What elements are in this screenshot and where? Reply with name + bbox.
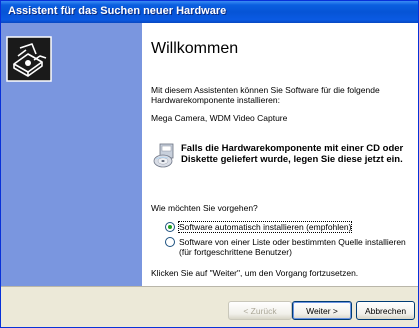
button-bar: < Zurück Weiter > Abbrechen [1,286,418,327]
cd-disk-icon [153,143,174,168]
continue-hint: Klicken Sie auf "Weiter", um den Vorgang… [151,268,359,278]
window-title: Assistent für das Suchen neuer Hardware [8,5,227,17]
cd-notice: Falls die Hardwarekomponente mit einer C… [181,143,404,165]
back-button[interactable]: < Zurück [228,301,292,320]
wizard-content: Willkommen Mit diesem Assistenten können… [142,23,418,286]
next-button[interactable]: Weiter > [292,301,352,320]
option-manual-install[interactable]: Software von einer Liste oder bestimmten… [165,237,415,257]
radio-auto-install[interactable] [165,222,175,232]
intro-text: Mit diesem Assistenten können Sie Softwa… [151,85,380,105]
page-title: Willkommen [151,40,239,57]
device-name: Mega Camera, WDM Video Capture [151,113,288,123]
option-auto-install[interactable]: Software automatisch installieren (empfo… [165,221,415,233]
cancel-button[interactable]: Abbrechen [356,301,415,320]
hardware-wizard-icon [6,36,52,82]
wizard-window: Assistent für das Suchen neuer Hardware … [0,0,419,328]
option-auto-install-label[interactable]: Software automatisch installieren (empfo… [177,221,353,233]
option-manual-install-label[interactable]: Software von einer Liste oder bestimmten… [179,237,415,257]
radio-manual-install[interactable] [165,237,175,247]
wizard-side-panel [1,23,142,286]
title-bar[interactable]: Assistent für das Suchen neuer Hardware [1,1,418,23]
question-text: Wie möchten Sie vorgehen? [151,203,258,213]
